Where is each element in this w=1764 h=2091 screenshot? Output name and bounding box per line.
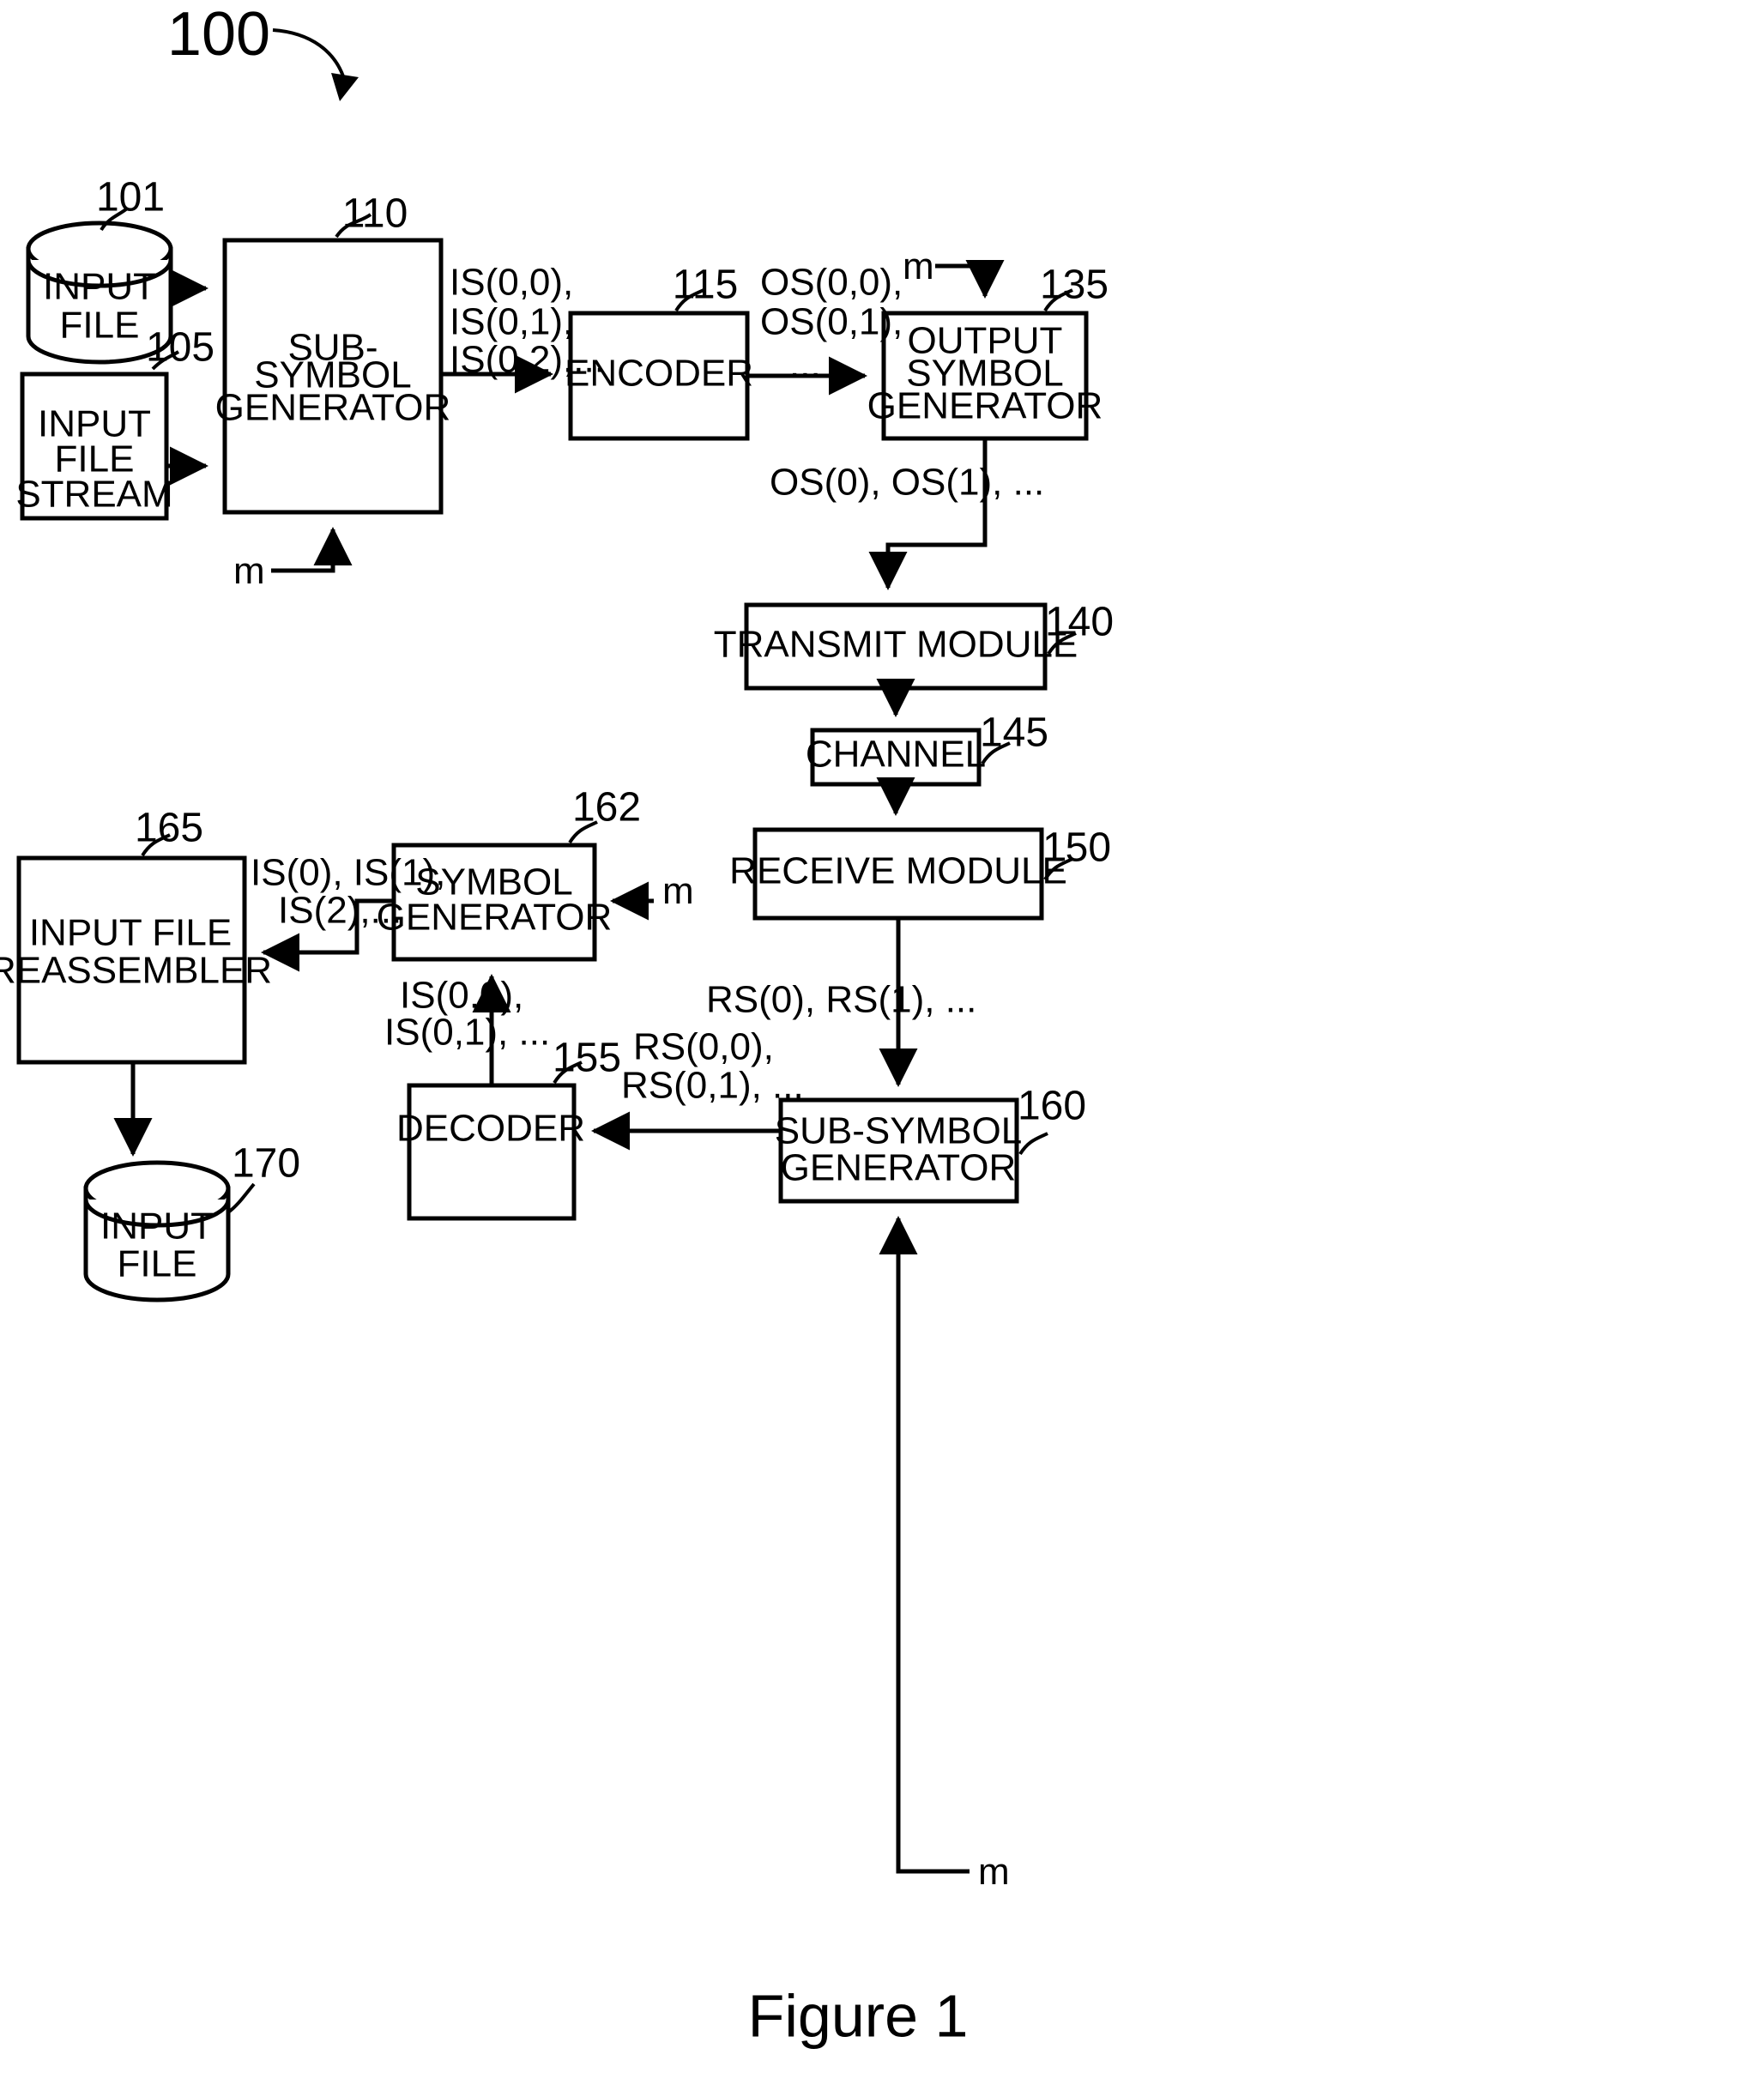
node-channel: CHANNEL 145	[806, 710, 1048, 787]
edge-decoder-to-symbol-generator: IS(0,0), IS(0,1), ...	[384, 973, 550, 1085]
node-label-line: SUB-SYMBOL	[775, 1110, 1023, 1152]
edge-m-to-sub-symbol-generator-rx: m	[879, 1215, 1010, 1893]
node-output-symbol-generator: OUTPUT SYMBOL GENERATOR 135	[867, 263, 1109, 441]
edge-label-is-sub-symbols-rx: IS(0,1), ...	[384, 1012, 550, 1054]
node-label-line: GENERATOR	[867, 385, 1103, 427]
m-label: m	[978, 1851, 1010, 1893]
edge-label-is-sub-symbols-rx: IS(0,0),	[400, 975, 523, 1017]
ref-number-150: 150	[1042, 825, 1111, 871]
edge-label-is-symbols: IS(2),...	[278, 890, 402, 932]
node-receive-module: RECEIVE MODULE 150	[729, 825, 1111, 921]
ref-number-110: 110	[342, 191, 408, 237]
node-label-line: DECODER	[396, 1108, 585, 1150]
edge-sub-symbol-generator-rx-to-decoder: RS(0,0), RS(0,1), ...	[590, 1026, 804, 1151]
edge-label-rs-sub-symbols: RS(0,0),	[633, 1026, 774, 1068]
edge-output-symbol-generator-to-transmit-module: OS(0), OS(1), ...	[770, 438, 1044, 591]
m-label: m	[233, 550, 265, 592]
ref-number-160: 160	[1018, 1084, 1086, 1129]
node-label-line: CHANNEL	[806, 734, 986, 776]
edge-label-is-sub-symbols: IS(0,1),	[450, 301, 573, 343]
system-ref-100: 100	[167, 0, 359, 101]
ref-number-105: 105	[146, 325, 214, 371]
node-sub-symbol-generator: SUB- SYMBOL GENERATOR 110	[215, 191, 451, 515]
node-label-line: GENERATOR	[781, 1147, 1017, 1189]
node-decoder: DECODER 155	[396, 1036, 621, 1221]
node-label-line: GENERATOR	[377, 897, 613, 939]
edge-label-os-sub-symbols: OS(0,0),	[760, 262, 903, 304]
node-label-line: REASSEMBLER	[0, 950, 272, 992]
node-sub-symbol-generator-rx: SUB-SYMBOL GENERATOR 160	[775, 1084, 1086, 1204]
ref-number-170: 170	[232, 1141, 300, 1187]
ref-number-140: 140	[1045, 600, 1114, 645]
node-label-line: GENERATOR	[215, 387, 451, 429]
edge-label-is-sub-symbols: IS(0,0),	[450, 262, 573, 304]
node-input-file-output: INPUT FILE 170	[83, 1141, 300, 1302]
node-input-file-reassembler: INPUT FILE REASSEMBLER 165	[0, 806, 272, 1065]
ref-number-100: 100	[167, 0, 270, 69]
edge-label-os-symbols: OS(0), OS(1), ...	[770, 462, 1044, 504]
ref-number-165: 165	[135, 806, 203, 851]
ref-number-145: 145	[980, 710, 1048, 756]
edge-m-to-symbol-generator: m	[609, 870, 694, 921]
block-diagram: 100 INPUT FILE 101 INPUT FILE STREAM 105	[0, 0, 1114, 2049]
edge-label-os-sub-symbols: ...	[789, 344, 821, 386]
node-label-line: INPUT	[43, 266, 156, 308]
ref-number-101: 101	[96, 175, 165, 221]
ref-number-135: 135	[1040, 263, 1109, 308]
edge-label-is-symbols: IS(0), IS(1),	[251, 852, 445, 894]
node-label-line: STREAM	[15, 474, 172, 516]
figure-caption: Figure 1	[748, 1982, 969, 2049]
node-label-line: FILE	[60, 305, 140, 347]
edge-label-rs-symbols: RS(0), RS(1), ...	[706, 979, 976, 1021]
ref-number-155: 155	[553, 1036, 621, 1081]
node-label-line: INPUT	[100, 1206, 214, 1248]
edge-label-is-sub-symbols: IS(0,2),...	[450, 339, 605, 381]
node-label-line: TRANSMIT MODULE	[714, 624, 1078, 666]
edge-encoder-to-output-symbol-generator: OS(0,0), OS(0,1), ...	[747, 262, 903, 396]
edge-m-to-sub-symbol-generator: m	[233, 526, 353, 592]
ref-number-162: 162	[572, 785, 641, 831]
m-label: m	[903, 245, 934, 287]
node-label-line: INPUT FILE	[29, 912, 232, 954]
figure-page: 100 INPUT FILE 101 INPUT FILE STREAM 105	[0, 0, 1764, 2091]
node-label-line: FILE	[118, 1243, 197, 1285]
m-label: m	[662, 870, 694, 912]
edge-label-rs-sub-symbols: RS(0,1), ...	[621, 1065, 804, 1107]
edge-label-os-sub-symbols: OS(0,1),	[760, 301, 903, 343]
node-label-line: RECEIVE MODULE	[729, 850, 1067, 892]
node-transmit-module: TRANSMIT MODULE 140	[714, 600, 1114, 691]
edge-m-to-output-symbol-generator: m	[903, 245, 1005, 299]
ref-number-115: 115	[673, 263, 739, 308]
